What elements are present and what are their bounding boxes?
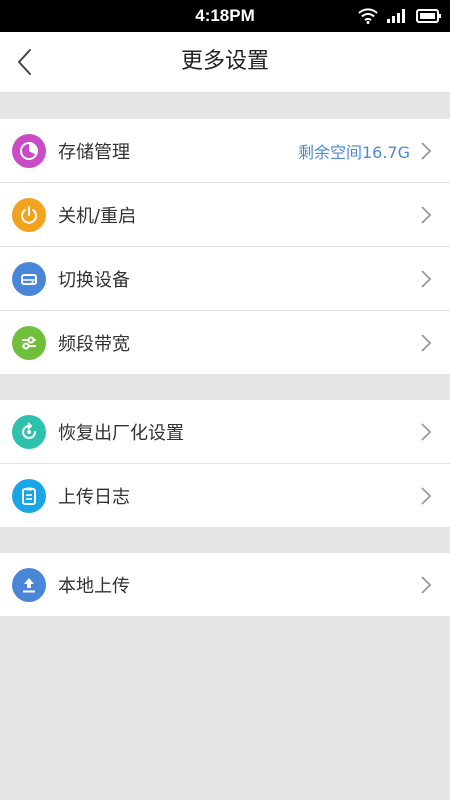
row-local-upload[interactable]: 本地上传 bbox=[0, 553, 450, 616]
status-icons bbox=[358, 6, 442, 26]
settings-group-system: 恢复出厂化设置 上传日志 bbox=[0, 400, 450, 527]
row-label: 存储管理 bbox=[58, 141, 130, 163]
row-label: 关机/重启 bbox=[58, 205, 137, 227]
power-icon bbox=[12, 197, 46, 232]
status-bar: 4:18PM bbox=[0, 0, 450, 32]
row-label: 频段带宽 bbox=[58, 333, 130, 355]
signal-icon bbox=[387, 9, 405, 23]
row-label: 本地上传 bbox=[58, 575, 130, 597]
section-spacer bbox=[0, 527, 450, 553]
header: 更多设置 bbox=[0, 32, 450, 93]
row-upload-log[interactable]: 上传日志 bbox=[0, 464, 450, 527]
wifi-icon bbox=[358, 8, 378, 24]
chevron-right-icon bbox=[421, 575, 432, 594]
upload-log-icon bbox=[12, 478, 46, 513]
settings-group-upload: 本地上传 bbox=[0, 553, 450, 616]
page-title: 更多设置 bbox=[180, 49, 269, 74]
row-storage-management[interactable]: 存储管理 剩余空间16.7G bbox=[0, 119, 450, 183]
row-label: 切换设备 bbox=[58, 269, 130, 291]
chevron-right-icon bbox=[421, 422, 432, 441]
section-spacer bbox=[0, 374, 450, 400]
row-factory-reset[interactable]: 恢复出厂化设置 bbox=[0, 400, 450, 464]
chevron-right-icon bbox=[421, 333, 432, 352]
storage-remaining-value: 剩余空间16.7G bbox=[297, 142, 410, 162]
row-power-restart[interactable]: 关机/重启 bbox=[0, 183, 450, 247]
chevron-right-icon bbox=[421, 205, 432, 224]
storage-icon bbox=[12, 133, 46, 168]
row-band-bandwidth[interactable]: 频段带宽 bbox=[0, 311, 450, 374]
settings-group-device: 存储管理 剩余空间16.7G 关机/重启 切换设备 频段带宽 bbox=[0, 119, 450, 374]
section-spacer bbox=[0, 93, 450, 119]
row-label: 上传日志 bbox=[58, 486, 130, 508]
row-switch-device[interactable]: 切换设备 bbox=[0, 247, 450, 311]
battery-icon bbox=[416, 9, 441, 23]
chevron-right-icon bbox=[421, 269, 432, 288]
chevron-right-icon bbox=[421, 486, 432, 505]
row-label: 恢复出厂化设置 bbox=[58, 422, 184, 444]
local-upload-icon bbox=[12, 567, 46, 602]
factory-reset-icon bbox=[12, 414, 46, 449]
device-switch-icon bbox=[12, 261, 46, 296]
chevron-right-icon bbox=[421, 141, 432, 160]
bandwidth-sliders-icon bbox=[12, 325, 46, 360]
